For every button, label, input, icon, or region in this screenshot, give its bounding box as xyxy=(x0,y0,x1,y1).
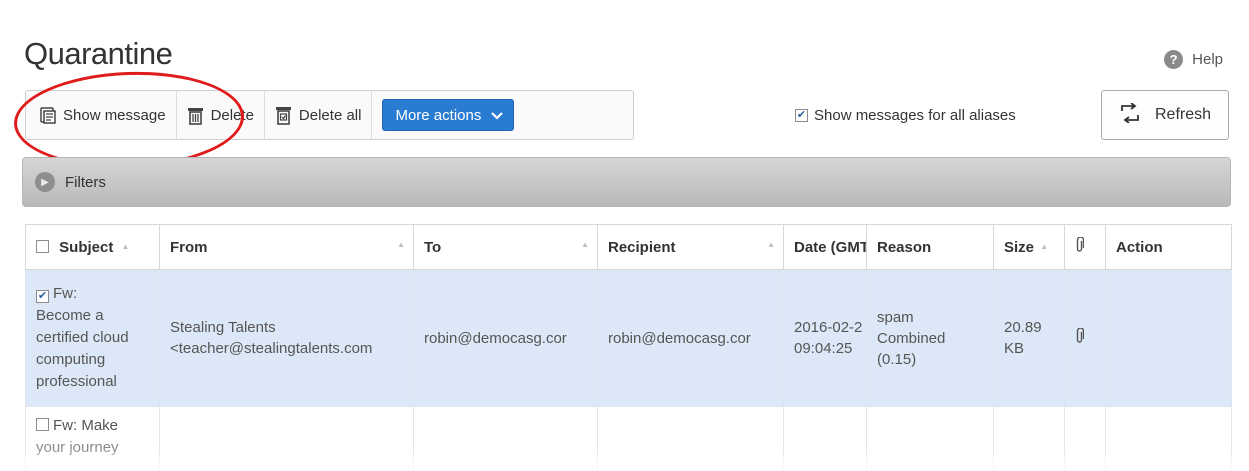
column-header-subject[interactable]: Subject ▲ xyxy=(26,225,160,270)
reason-line: Combined xyxy=(877,330,945,347)
subject-header-label: Subject xyxy=(59,239,113,256)
column-header-recipient[interactable]: Recipient ▲ xyxy=(598,225,784,270)
date-cell xyxy=(784,407,867,471)
row-checkbox[interactable] xyxy=(36,418,49,431)
table-row[interactable]: Fw: Make your journey xyxy=(26,407,1232,471)
question-icon: ? xyxy=(1164,50,1183,69)
refresh-label: Refresh xyxy=(1155,106,1211,124)
column-header-action: Action xyxy=(1106,225,1232,270)
show-message-button[interactable]: Show message xyxy=(26,91,177,139)
column-header-reason[interactable]: Reason xyxy=(867,225,994,270)
column-header-attachment[interactable] xyxy=(1065,225,1106,270)
subject-cell: ✔Fw: Become a certified cloud computing … xyxy=(26,270,160,407)
subject-line: Fw: xyxy=(53,285,77,302)
trash-all-icon xyxy=(275,106,292,125)
sort-arrow-icon: ▲ xyxy=(1040,242,1048,251)
more-actions-wrapper: More actions xyxy=(372,99,514,131)
more-actions-label: More actions xyxy=(395,107,481,124)
action-header-label: Action xyxy=(1116,239,1163,256)
sort-arrow-icon: ▲ xyxy=(581,240,589,249)
sort-arrow-icon: ▲ xyxy=(122,242,130,251)
subject-cell: Fw: Make your journey xyxy=(26,407,160,471)
attachment-cell xyxy=(1065,270,1106,407)
column-header-date[interactable]: Date (GMT xyxy=(784,225,867,270)
date-value: 2016-02-2 xyxy=(794,319,862,336)
reason-cell xyxy=(867,407,994,471)
date-cell: 2016-02-2 09:04:25 xyxy=(784,270,867,407)
to-header-label: To xyxy=(424,239,441,256)
row-checkbox[interactable]: ✔ xyxy=(36,290,49,303)
from-cell xyxy=(160,407,414,471)
column-header-from[interactable]: From ▲ xyxy=(160,225,414,270)
more-actions-dropdown[interactable]: More actions xyxy=(382,99,514,131)
help-link[interactable]: ? Help xyxy=(1164,50,1223,69)
chevron-down-icon xyxy=(491,107,503,124)
show-all-aliases-checkbox[interactable]: ✔ xyxy=(795,109,808,122)
recipient-header-label: Recipient xyxy=(608,239,676,256)
time-value: 09:04:25 xyxy=(794,340,852,357)
sort-arrow-icon: ▲ xyxy=(397,240,405,249)
from-name: Stealing Talents xyxy=(170,319,276,336)
expand-arrow-icon: ▶ xyxy=(35,172,55,192)
date-header-label: Date (GMT xyxy=(794,239,867,256)
size-cell xyxy=(994,407,1065,471)
subject-line: Become a xyxy=(36,307,104,324)
sort-arrow-icon: ▲ xyxy=(767,240,775,249)
page-title: Quarantine xyxy=(24,36,172,72)
from-header-label: From xyxy=(170,239,208,256)
subject-line: Fw: Make xyxy=(53,417,118,434)
attachment-cell xyxy=(1065,407,1106,471)
show-all-aliases-label: Show messages for all aliases xyxy=(814,107,1016,124)
action-cell xyxy=(1106,407,1232,471)
help-label: Help xyxy=(1192,51,1223,68)
column-header-size[interactable]: Size ▲ xyxy=(994,225,1065,270)
paperclip-icon xyxy=(1075,240,1084,257)
show-all-aliases-toggle[interactable]: ✔ Show messages for all aliases xyxy=(795,107,1016,124)
table-header-row: Subject ▲ From ▲ To ▲ Recipient ▲ Date (… xyxy=(26,225,1232,270)
subject-line: certified cloud xyxy=(36,329,129,346)
reason-cell: spam Combined (0.15) xyxy=(867,270,994,407)
reason-header-label: Reason xyxy=(877,239,931,256)
to-cell: robin@democasg.cor xyxy=(414,270,598,407)
from-cell: Stealing Talents <teacher@stealingtalent… xyxy=(160,270,414,407)
filters-panel-header[interactable]: ▶ Filters xyxy=(22,157,1231,207)
size-value: 20.89 xyxy=(1004,319,1042,336)
reason-line: spam xyxy=(877,309,914,326)
reason-line: (0.15) xyxy=(877,351,916,368)
action-cell xyxy=(1106,270,1232,407)
from-email: <teacher@stealingtalents.com xyxy=(170,340,372,357)
quarantine-table: Subject ▲ From ▲ To ▲ Recipient ▲ Date (… xyxy=(25,224,1232,471)
subject-line: professional xyxy=(36,373,117,390)
delete-label: Delete xyxy=(211,107,254,124)
action-toolbar: Show message Delete Delete all More acti… xyxy=(25,90,634,140)
column-header-to[interactable]: To ▲ xyxy=(414,225,598,270)
delete-button[interactable]: Delete xyxy=(177,91,265,139)
size-cell: 20.89 KB xyxy=(994,270,1065,407)
subject-line: your journey xyxy=(36,439,119,456)
recipient-cell: robin@democasg.cor xyxy=(598,270,784,407)
to-cell xyxy=(414,407,598,471)
delete-all-button[interactable]: Delete all xyxy=(265,91,373,139)
show-message-label: Show message xyxy=(63,107,166,124)
delete-all-label: Delete all xyxy=(299,107,362,124)
size-unit: KB xyxy=(1004,340,1024,357)
table-row[interactable]: ✔Fw: Become a certified cloud computing … xyxy=(26,270,1232,407)
refresh-button[interactable]: Refresh xyxy=(1101,90,1229,140)
document-lines-icon xyxy=(40,107,56,124)
refresh-icon xyxy=(1119,103,1141,128)
size-header-label: Size xyxy=(1004,239,1034,256)
select-all-checkbox[interactable] xyxy=(36,240,49,253)
subject-line: computing xyxy=(36,351,105,368)
paperclip-icon xyxy=(1075,331,1084,348)
recipient-cell xyxy=(598,407,784,471)
filters-label: Filters xyxy=(65,174,106,191)
trash-icon xyxy=(187,106,204,125)
